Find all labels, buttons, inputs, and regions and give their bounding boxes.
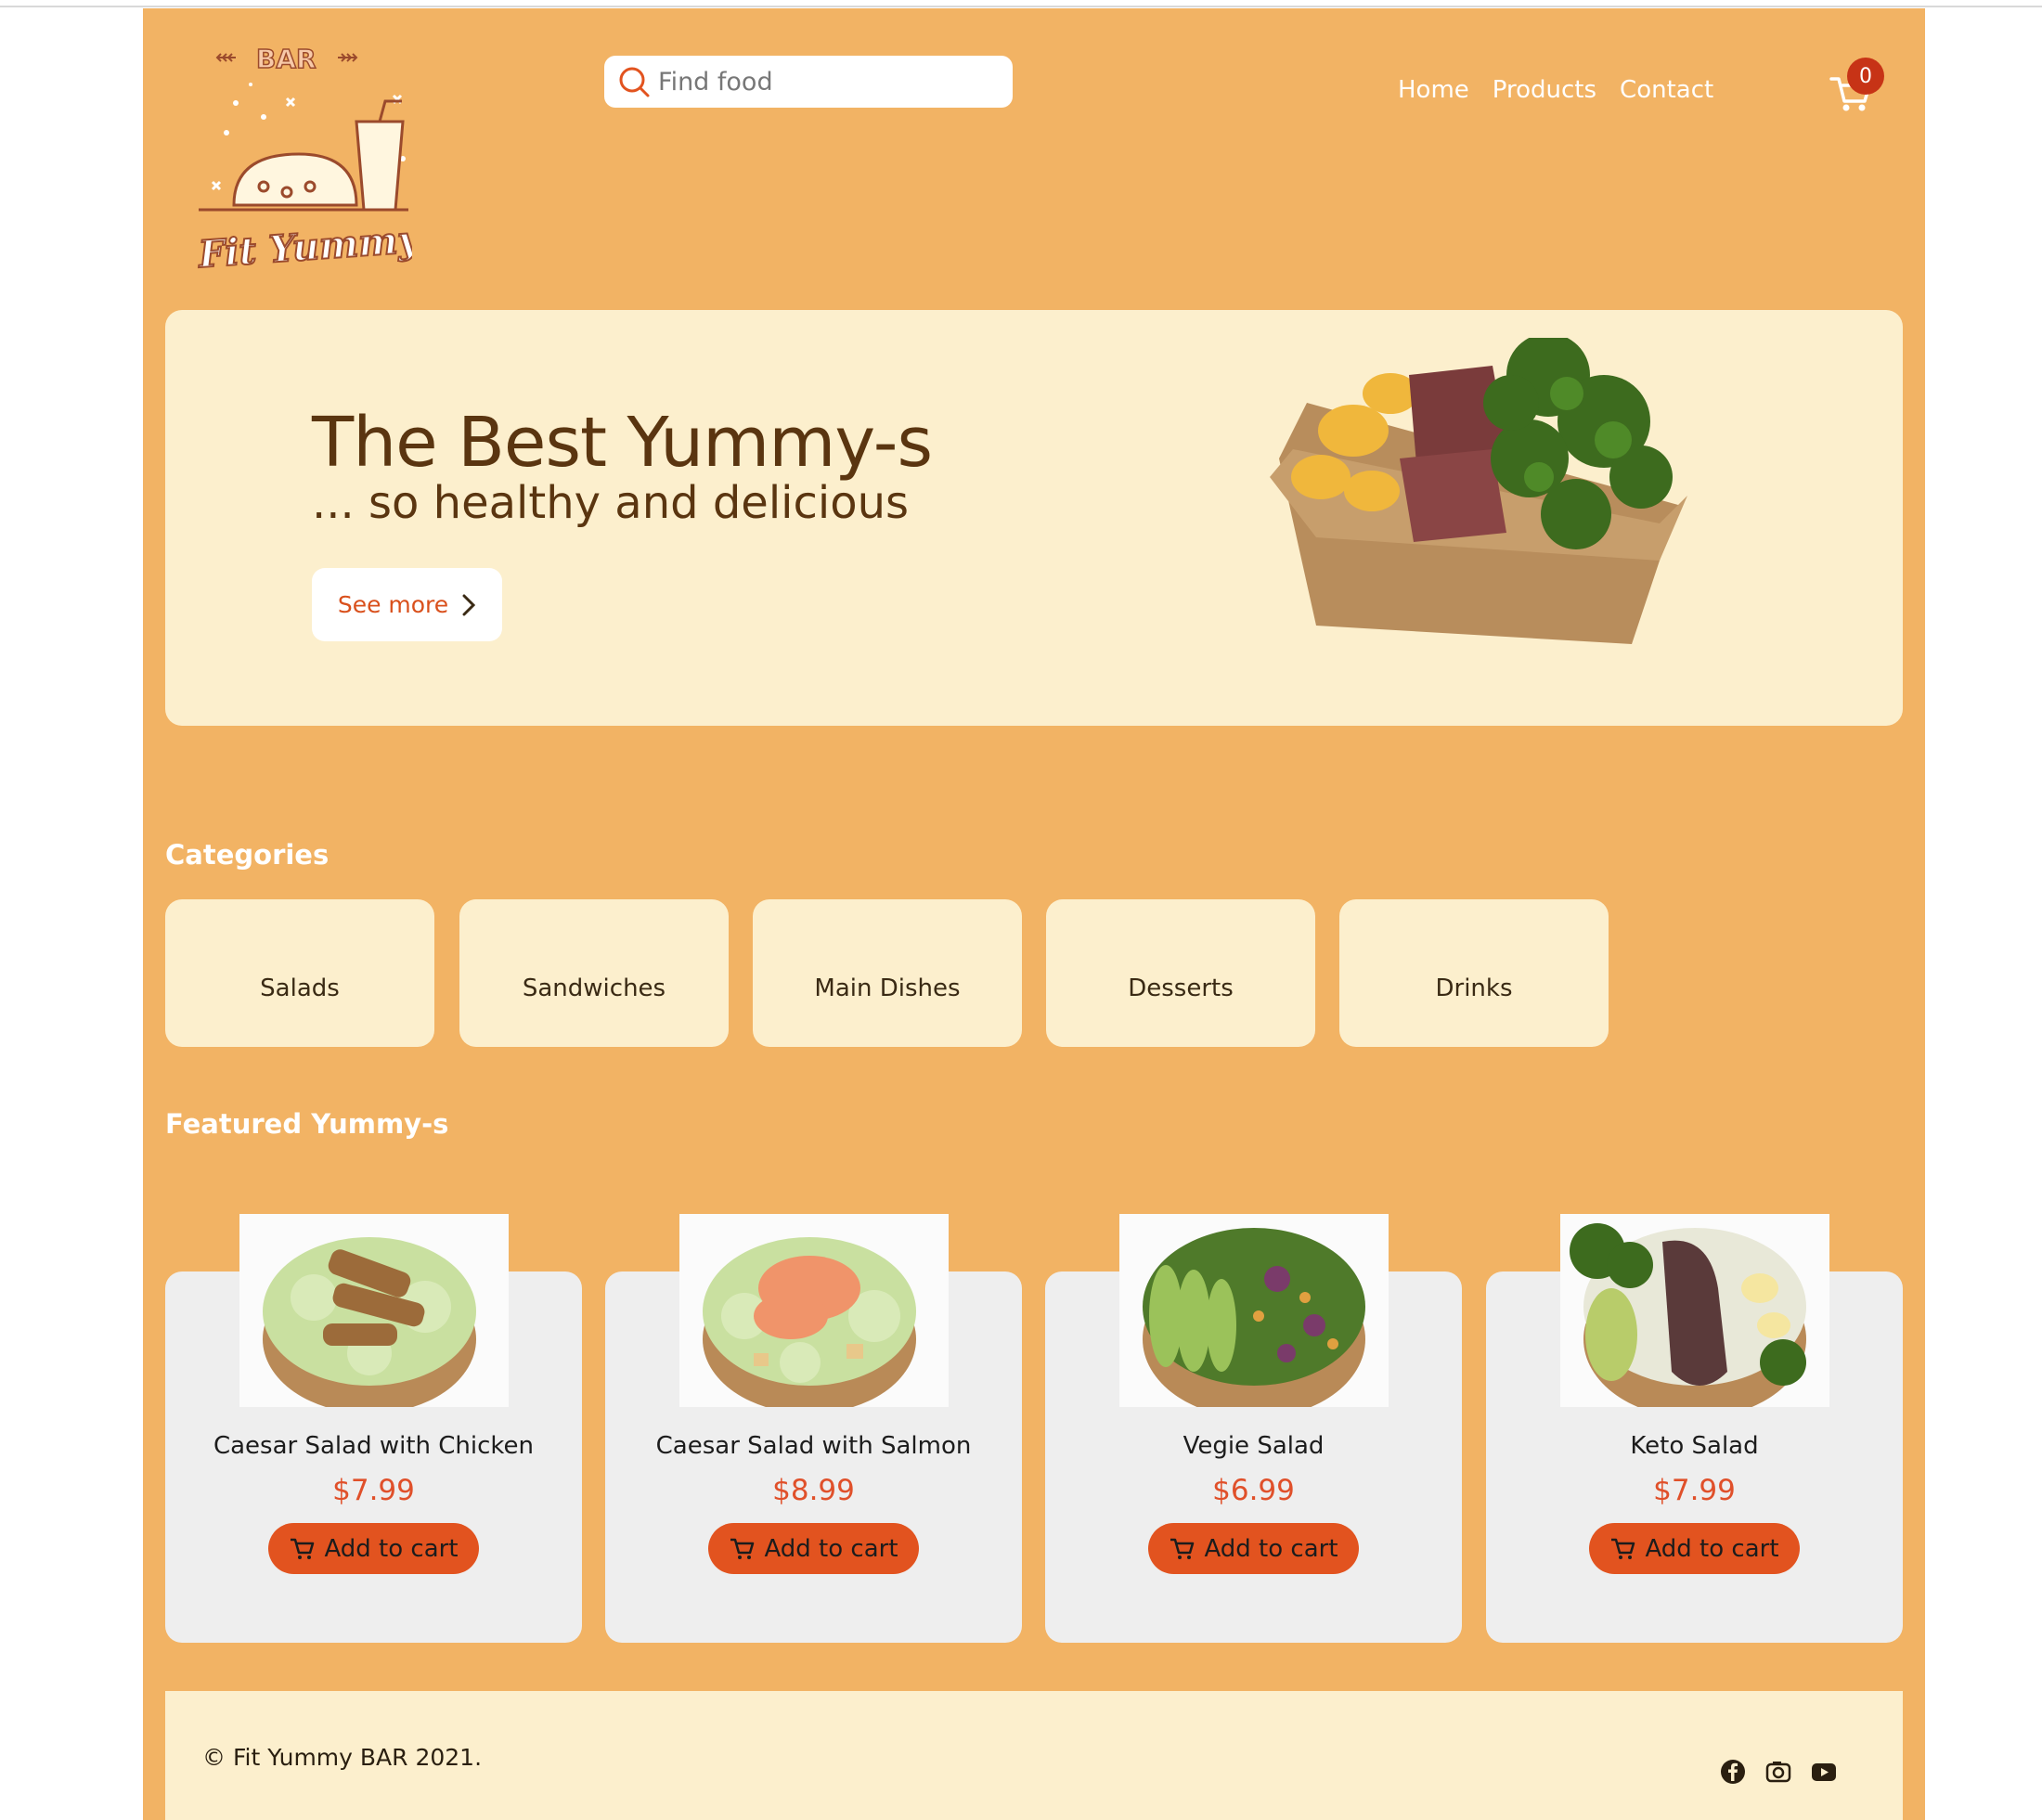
cart-count-badge: 0 [1847, 58, 1884, 95]
search-input[interactable] [658, 67, 992, 97]
hero-food-image [1270, 338, 1687, 644]
cart-icon [1170, 1538, 1195, 1559]
category-salads[interactable]: Salads [165, 899, 434, 1047]
product-image-caesar-salmon[interactable] [679, 1214, 949, 1407]
product-price: $8.99 [772, 1474, 855, 1507]
nav-products-link[interactable]: Products [1493, 76, 1596, 104]
product-card: Vegie Salad $6.99 Add to cart [1045, 1214, 1462, 1643]
category-main-dishes[interactable]: Main Dishes [753, 899, 1022, 1047]
search-icon [619, 67, 650, 97]
category-desserts[interactable]: Desserts [1046, 899, 1315, 1047]
product-image-caesar-chicken[interactable] [239, 1214, 509, 1407]
page: BAR Fit Yummy Home Products Contact [143, 8, 1925, 1820]
hero-banner: The Best Yummy-s ... so healthy and deli… [165, 310, 1903, 726]
product-name: Vegie Salad [1183, 1432, 1325, 1460]
product-image-keto-salad[interactable] [1560, 1214, 1829, 1407]
facebook-icon[interactable] [1719, 1758, 1747, 1786]
svg-text:Fit Yummy: Fit Yummy [196, 217, 412, 277]
hero-subtitle: ... so healthy and delicious [312, 477, 910, 529]
cart-icon [291, 1538, 315, 1559]
product-card: Caesar Salad with Chicken $7.99 Add to c… [165, 1214, 582, 1643]
svg-text:BAR: BAR [256, 44, 317, 74]
footer-copyright: © Fit Yummy BAR 2021. [202, 1744, 483, 1771]
category-sandwiches[interactable]: Sandwiches [459, 899, 729, 1047]
product-name: Caesar Salad with Chicken [213, 1432, 535, 1460]
add-to-cart-button[interactable]: Add to cart [268, 1523, 479, 1574]
instagram-icon[interactable] [1764, 1758, 1792, 1786]
add-to-cart-label: Add to cart [1645, 1534, 1779, 1563]
browser-top-line [0, 0, 2042, 7]
categories-heading: Categories [165, 839, 330, 871]
nav-contact-link[interactable]: Contact [1620, 76, 1713, 104]
product-price: $7.99 [1653, 1474, 1736, 1507]
add-to-cart-button[interactable]: Add to cart [708, 1523, 919, 1574]
product-price: $6.99 [1212, 1474, 1295, 1507]
search-bar[interactable] [604, 56, 1013, 108]
add-to-cart-button[interactable]: Add to cart [1589, 1523, 1800, 1574]
product-card: Keto Salad $7.99 Add to cart [1486, 1214, 1903, 1643]
cart-icon [1611, 1538, 1635, 1559]
see-more-label: See more [337, 591, 449, 618]
footer: © Fit Yummy BAR 2021. [165, 1691, 1903, 1820]
product-name: Keto Salad [1630, 1432, 1759, 1460]
product-card: Caesar Salad with Salmon $8.99 Add to ca… [605, 1214, 1022, 1643]
fit-yummy-logo[interactable]: BAR Fit Yummy [171, 29, 412, 279]
nav-home-link[interactable]: Home [1398, 76, 1469, 104]
chevron-right-icon [462, 594, 476, 615]
youtube-icon[interactable] [1810, 1758, 1838, 1786]
product-price: $7.99 [332, 1474, 415, 1507]
hero-title: The Best Yummy-s [312, 403, 933, 483]
cart-icon [730, 1538, 755, 1559]
add-to-cart-label: Add to cart [324, 1534, 459, 1563]
see-more-button[interactable]: See more [312, 568, 502, 641]
add-to-cart-button[interactable]: Add to cart [1148, 1523, 1359, 1574]
product-name: Caesar Salad with Salmon [655, 1432, 972, 1460]
add-to-cart-label: Add to cart [764, 1534, 898, 1563]
add-to-cart-label: Add to cart [1204, 1534, 1338, 1563]
category-drinks[interactable]: Drinks [1339, 899, 1609, 1047]
main-nav: Home Products Contact [1398, 76, 1713, 104]
product-image-vegie-salad[interactable] [1119, 1214, 1389, 1407]
featured-heading: Featured Yummy-s [165, 1108, 449, 1140]
